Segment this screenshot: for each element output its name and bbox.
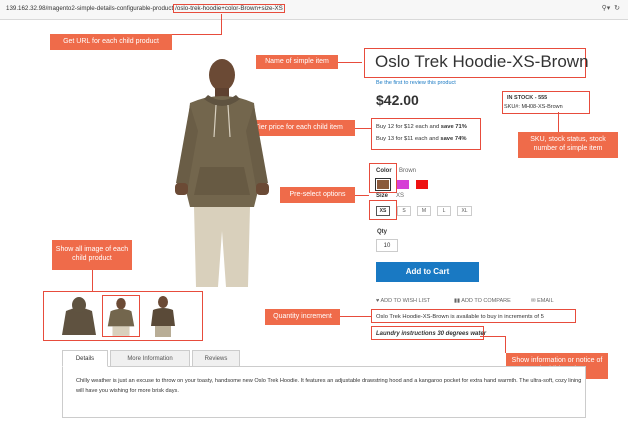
qty-label: Qty bbox=[377, 229, 388, 235]
tier-price-1: Buy 12 for $12 each and save 71% bbox=[376, 124, 467, 130]
add-to-wishlist-link[interactable]: ♥ ADD TO WISH LIST bbox=[376, 298, 430, 304]
thumbnail-strip bbox=[43, 291, 203, 341]
size-xl-button[interactable]: XL bbox=[457, 206, 472, 216]
url-highlight: /oslo-trek-hoodie+color-Brown+size-XS bbox=[173, 4, 285, 13]
callout-images: Show all image of each child product bbox=[52, 240, 132, 270]
model-pants bbox=[194, 207, 250, 287]
tier-price-1-text: Buy 12 for $12 each and bbox=[376, 124, 441, 130]
url-connector-h bbox=[172, 34, 222, 35]
swatch-red[interactable] bbox=[416, 180, 428, 189]
search-dropdown-icon[interactable]: ⚲▾ bbox=[602, 5, 611, 12]
compare-icon: ▮▮ bbox=[454, 298, 461, 304]
thumbnail-1[interactable] bbox=[60, 295, 98, 337]
url-text[interactable]: 139.162.32.98/magento2-simple-details-co… bbox=[6, 4, 285, 13]
color-value: Brown bbox=[399, 168, 417, 174]
callout-sku: SKU, stock status, stock number of simpl… bbox=[518, 132, 618, 158]
sku-value: MH08-XS-Brown bbox=[521, 104, 563, 110]
size-value: XS bbox=[396, 193, 405, 199]
qty-connector bbox=[340, 316, 371, 317]
product-main-image[interactable] bbox=[168, 55, 276, 287]
sku-connector bbox=[558, 112, 559, 132]
product-name: Oslo Trek Hoodie-XS-Brown bbox=[375, 52, 589, 71]
color-label: Color bbox=[376, 168, 392, 174]
tab-details[interactable]: Details bbox=[62, 350, 108, 367]
size-label: Size bbox=[376, 193, 389, 199]
qty-increment-note: Oslo Trek Hoodie-XS-Brown is available t… bbox=[376, 314, 544, 320]
callout-qty: Quantity increment bbox=[265, 309, 340, 325]
sku-label: SKU#: bbox=[504, 104, 520, 110]
swatch-pink[interactable] bbox=[397, 180, 409, 189]
tier-price-2-text: Buy 13 for $11 each and bbox=[376, 136, 441, 142]
callout-url: Get URL for each child product bbox=[50, 34, 172, 50]
product-description: Chilly weather is just an excuse to thro… bbox=[76, 378, 582, 394]
size-l-button[interactable]: L bbox=[437, 206, 451, 216]
url-prefix: 139.162.32.98/magento2-simple-details-co… bbox=[6, 5, 174, 12]
thumbnail-3[interactable] bbox=[144, 295, 182, 337]
tier-highlight-box bbox=[371, 118, 481, 150]
callout-preselect: Pre-select options bbox=[280, 187, 355, 203]
tier-price-2: Buy 13 for $11 each and save 74% bbox=[376, 136, 466, 142]
browser-url-bar[interactable]: 139.162.32.98/magento2-simple-details-co… bbox=[0, 0, 628, 20]
qty-input[interactable]: 10 bbox=[376, 239, 398, 252]
laundry-note: Laundry instructions 30 degrees water bbox=[376, 331, 487, 337]
size-s-button[interactable]: S bbox=[397, 206, 411, 216]
add-to-cart-button[interactable]: Add to Cart bbox=[376, 262, 479, 282]
browser-icons[interactable]: ⚲▾ ↻ bbox=[602, 4, 620, 12]
tier-price-1-save: save 71% bbox=[440, 124, 467, 130]
product-price: $42.00 bbox=[376, 92, 419, 108]
model-right-hand bbox=[256, 183, 269, 195]
add-to-compare-link[interactable]: ▮▮ ADD TO COMPARE bbox=[454, 298, 511, 304]
envelope-icon: ✉ bbox=[531, 298, 536, 304]
images-connector bbox=[92, 270, 93, 291]
tab-more-information[interactable]: More Information bbox=[110, 350, 190, 367]
size-m-button[interactable]: M bbox=[417, 206, 431, 216]
email-label: EMAIL bbox=[537, 298, 554, 304]
compare-label: ADD TO COMPARE bbox=[461, 298, 511, 304]
tab-panel-details: Chilly weather is just an excuse to thro… bbox=[62, 366, 586, 418]
product-tabs: Details More Information Reviews Chilly … bbox=[62, 350, 586, 418]
model-head bbox=[209, 59, 235, 91]
tier-price-2-save: save 74% bbox=[440, 136, 467, 142]
review-link[interactable]: Be the first to review this product bbox=[376, 80, 456, 86]
swatch-brown-selected[interactable] bbox=[375, 178, 391, 191]
email-link[interactable]: ✉ EMAIL bbox=[531, 298, 554, 304]
stock-status: IN STOCK - 555 bbox=[507, 95, 548, 101]
thumbnail-2-selected[interactable] bbox=[102, 295, 140, 337]
url-connector-v bbox=[221, 14, 222, 34]
sku-line: SKU#: MH08-XS-Brown bbox=[504, 104, 563, 110]
size-xs-button[interactable]: XS bbox=[376, 206, 390, 216]
tab-reviews[interactable]: Reviews bbox=[192, 350, 240, 367]
tier-connector bbox=[355, 128, 371, 129]
model-left-hand bbox=[175, 183, 188, 195]
name-connector bbox=[338, 62, 362, 63]
preselect-connector bbox=[355, 195, 369, 196]
hoodie-pocket bbox=[194, 167, 250, 195]
refresh-icon[interactable]: ↻ bbox=[612, 5, 620, 12]
wishlist-label: ADD TO WISH LIST bbox=[380, 298, 431, 304]
heart-icon: ♥ bbox=[376, 298, 380, 304]
